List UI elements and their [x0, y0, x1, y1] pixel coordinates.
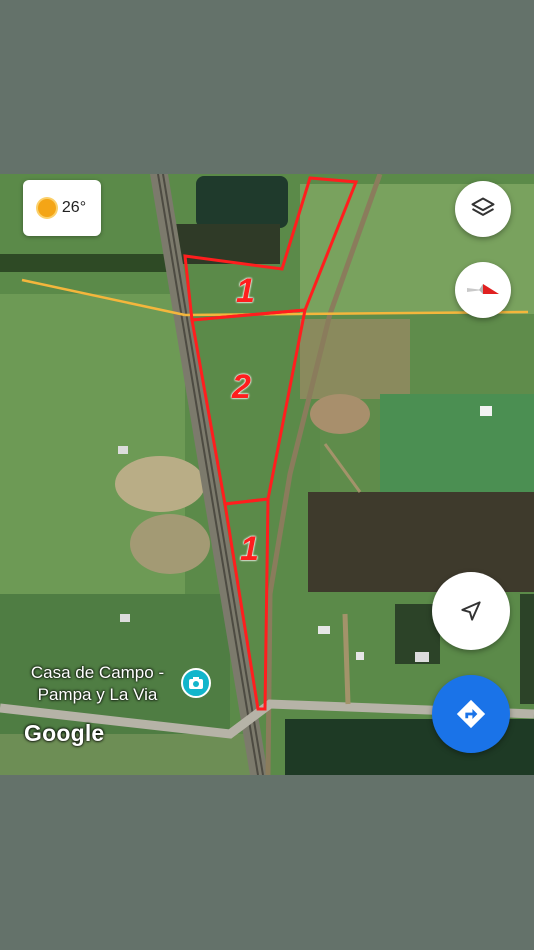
compass-icon	[467, 284, 499, 294]
plot-label-middle: 2	[232, 368, 251, 406]
locate-button[interactable]	[432, 572, 510, 650]
weather-chip[interactable]: 26°	[23, 180, 101, 236]
google-attribution: Google	[24, 720, 105, 746]
place-marker[interactable]	[181, 668, 211, 698]
directions-icon	[456, 699, 486, 729]
layers-icon	[471, 197, 495, 216]
satellite-map[interactable]: 1 2 1 26° Casa de Campo - Pampa y La Via…	[0, 174, 534, 775]
layers-button[interactable]	[455, 181, 511, 237]
camera-icon	[189, 677, 203, 689]
plot-label-south: 1	[240, 530, 259, 568]
plot-label-north: 1	[236, 272, 255, 310]
place-label-line2: Pampa y La Via	[37, 685, 158, 704]
place-label[interactable]: Casa de Campo - Pampa y La Via	[10, 662, 185, 706]
directions-button[interactable]	[432, 675, 510, 753]
temperature-label: 26°	[61, 199, 87, 216]
navigation-arrow-icon	[461, 601, 481, 621]
compass-button[interactable]	[455, 262, 511, 318]
place-label-line1: Casa de Campo -	[30, 663, 165, 682]
sun-icon	[37, 199, 56, 217]
